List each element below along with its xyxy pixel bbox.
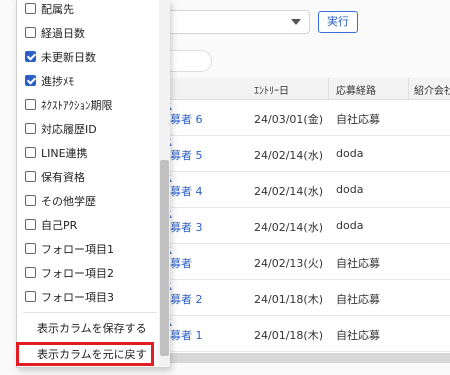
checkbox[interactable]	[25, 3, 36, 14]
checkbox[interactable]	[25, 219, 36, 230]
column-option-label: フォロー項目1	[41, 243, 114, 256]
entry-date: 24/02/14(水)	[254, 221, 323, 234]
column-option-label: 未更新日数	[41, 51, 96, 64]
column-option[interactable]: 未更新日数	[17, 46, 157, 70]
application-route: 自社応募	[336, 293, 380, 306]
checkbox[interactable]	[25, 123, 36, 134]
entry-date: 24/01/18(木)	[254, 329, 323, 342]
column-option[interactable]: その他学歴	[17, 190, 157, 214]
table-row[interactable]: 募者 5 24/02/14(水) doda	[160, 136, 450, 172]
menu-divider	[23, 312, 157, 313]
checkbox[interactable]	[25, 75, 36, 86]
application-route: doda	[336, 183, 364, 196]
column-option-label: ﾈｸｽﾄｱｸｼｮﾝ期限	[41, 99, 113, 112]
column-header-entry-date[interactable]: ｴﾝﾄﾘｰ日	[254, 82, 289, 97]
chevron-down-icon	[291, 19, 301, 25]
table-row[interactable]: 募者 4 24/02/14(水) doda	[160, 172, 450, 208]
table-row[interactable]: 募者 24/02/13(火) 自社応募	[160, 244, 450, 280]
column-option[interactable]: ﾈｸｽﾄｱｸｼｮﾝ期限	[17, 94, 157, 118]
column-option-label: フォロー項目3	[41, 291, 114, 304]
applicant-name-link[interactable]: 募者 3	[170, 219, 203, 235]
menu-scrollbar[interactable]	[159, 0, 170, 366]
checkbox[interactable]	[25, 99, 36, 110]
applicant-name-link[interactable]: 募者 1	[170, 327, 203, 343]
column-option-label: 保有資格	[41, 171, 85, 184]
entry-date: 24/02/13(火)	[254, 257, 323, 270]
applicant-table: ｴﾝﾄﾘｰ日 応募経路 紹介会社 募者 6 24/03/01(金) 自社応募 募者 5…	[160, 78, 450, 358]
column-option-label: その他学歴	[41, 195, 96, 208]
column-option[interactable]: LINE連携	[17, 142, 157, 166]
horizontal-scrollbar[interactable]	[160, 353, 450, 363]
table-row[interactable]: 募者 3 24/02/14(水) doda	[160, 208, 450, 244]
run-button[interactable]: 実行	[318, 11, 358, 33]
applicant-name-link[interactable]: 募者 2	[170, 291, 203, 307]
checkbox[interactable]	[25, 291, 36, 302]
applicant-name-link[interactable]: 募者 5	[170, 147, 203, 163]
table-row[interactable]: 募者 6 24/03/01(金) 自社応募	[160, 100, 450, 136]
table-row[interactable]: 募者 1 24/01/18(木) 自社応募	[160, 316, 450, 352]
column-option-label: 配属先	[41, 3, 74, 16]
checkbox[interactable]	[25, 171, 36, 182]
applicant-name-link[interactable]: 募者 4	[170, 183, 203, 199]
application-route: doda	[336, 147, 364, 160]
table-row[interactable]: 募者 2 24/01/18(木) 自社応募	[160, 280, 450, 316]
column-option[interactable]: 自己PR	[17, 214, 157, 238]
column-header-route[interactable]: 応募経路	[336, 82, 376, 97]
column-option-label: LINE連携	[41, 147, 88, 160]
column-option[interactable]: 対応履歴ID	[17, 118, 157, 142]
entry-date: 24/02/14(水)	[254, 149, 323, 162]
application-route: 自社応募	[336, 329, 380, 342]
column-option[interactable]: 配属先	[17, 0, 157, 22]
highlight-annotation	[16, 342, 154, 366]
applicant-name-link[interactable]: 募者 6	[170, 111, 203, 127]
column-settings-menu: 配属先経過日数未更新日数進捗ﾒﾓ ﾈｸｽﾄｱｸｼｮﾝ期限 対応履歴ID LINE連携保…	[16, 0, 170, 368]
column-header-agency[interactable]: 紹介会社	[414, 82, 450, 97]
column-option-label: 自己PR	[41, 219, 78, 232]
applicant-name-link[interactable]: 募者	[170, 255, 192, 271]
filter-select[interactable]	[160, 10, 310, 34]
column-option[interactable]: フォロー項目2	[17, 262, 157, 286]
column-option[interactable]: 進捗ﾒﾓ	[17, 70, 157, 94]
checkbox[interactable]	[25, 243, 36, 254]
checkbox[interactable]	[25, 27, 36, 38]
checkbox[interactable]	[25, 195, 36, 206]
table-header: ｴﾝﾄﾘｰ日 応募経路 紹介会社	[160, 78, 450, 100]
application-route: 自社応募	[336, 113, 380, 126]
column-option[interactable]: 保有資格	[17, 166, 157, 190]
entry-date: 24/03/01(金)	[254, 113, 323, 126]
application-route: doda	[336, 219, 364, 232]
column-option[interactable]: フォロー項目3	[17, 286, 157, 310]
column-option[interactable]: 経過日数	[17, 22, 157, 46]
column-option-label: 経過日数	[41, 27, 85, 40]
checkbox[interactable]	[25, 147, 36, 158]
column-option[interactable]: フォロー項目1	[17, 238, 157, 262]
column-option-label: フォロー項目2	[41, 267, 114, 280]
checkbox[interactable]	[25, 51, 36, 62]
menu-scrollbar-thumb[interactable]	[160, 160, 169, 356]
column-option-label: 対応履歴ID	[41, 123, 97, 136]
application-route: 自社応募	[336, 257, 380, 270]
entry-date: 24/01/18(木)	[254, 293, 323, 306]
save-columns-button[interactable]: 表示カラムを保存する	[37, 320, 147, 336]
column-option-label: 進捗ﾒﾓ	[41, 75, 74, 88]
checkbox[interactable]	[25, 267, 36, 278]
entry-date: 24/02/14(水)	[254, 185, 323, 198]
